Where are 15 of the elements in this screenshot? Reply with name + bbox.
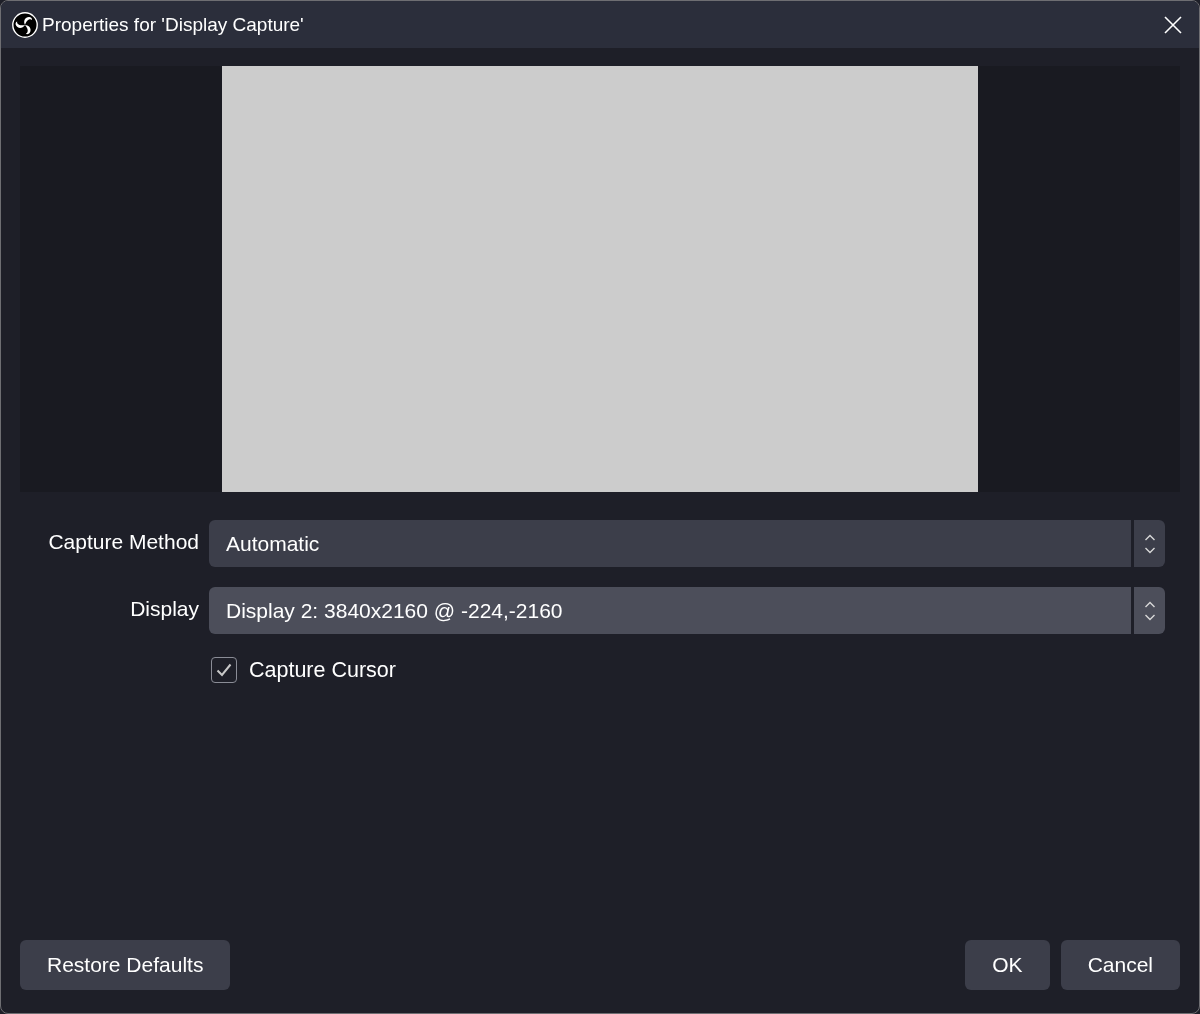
field-label: Capture Method (47, 529, 199, 554)
checkbox[interactable] (211, 657, 237, 683)
chevron-up-down-icon (1143, 532, 1156, 555)
cancel-button[interactable]: Cancel (1060, 940, 1180, 990)
window-title: Properties for 'Display Capture' (42, 13, 304, 36)
checkbox-label[interactable]: Capture Cursor (249, 657, 396, 683)
dropdown[interactable]: Display 2: 3840x2160 @ -224,-2160 (209, 587, 1165, 634)
chevron-up-down-icon (1143, 599, 1156, 622)
field-label: Display (129, 596, 199, 621)
close-icon (1164, 15, 1182, 34)
ok-button[interactable]: OK (965, 940, 1050, 990)
checkmark-icon (215, 661, 233, 679)
dropdown[interactable]: Automatic (209, 520, 1165, 567)
restore-defaults-button[interactable]: Restore Defaults (20, 940, 231, 990)
logo-icon (12, 11, 38, 38)
